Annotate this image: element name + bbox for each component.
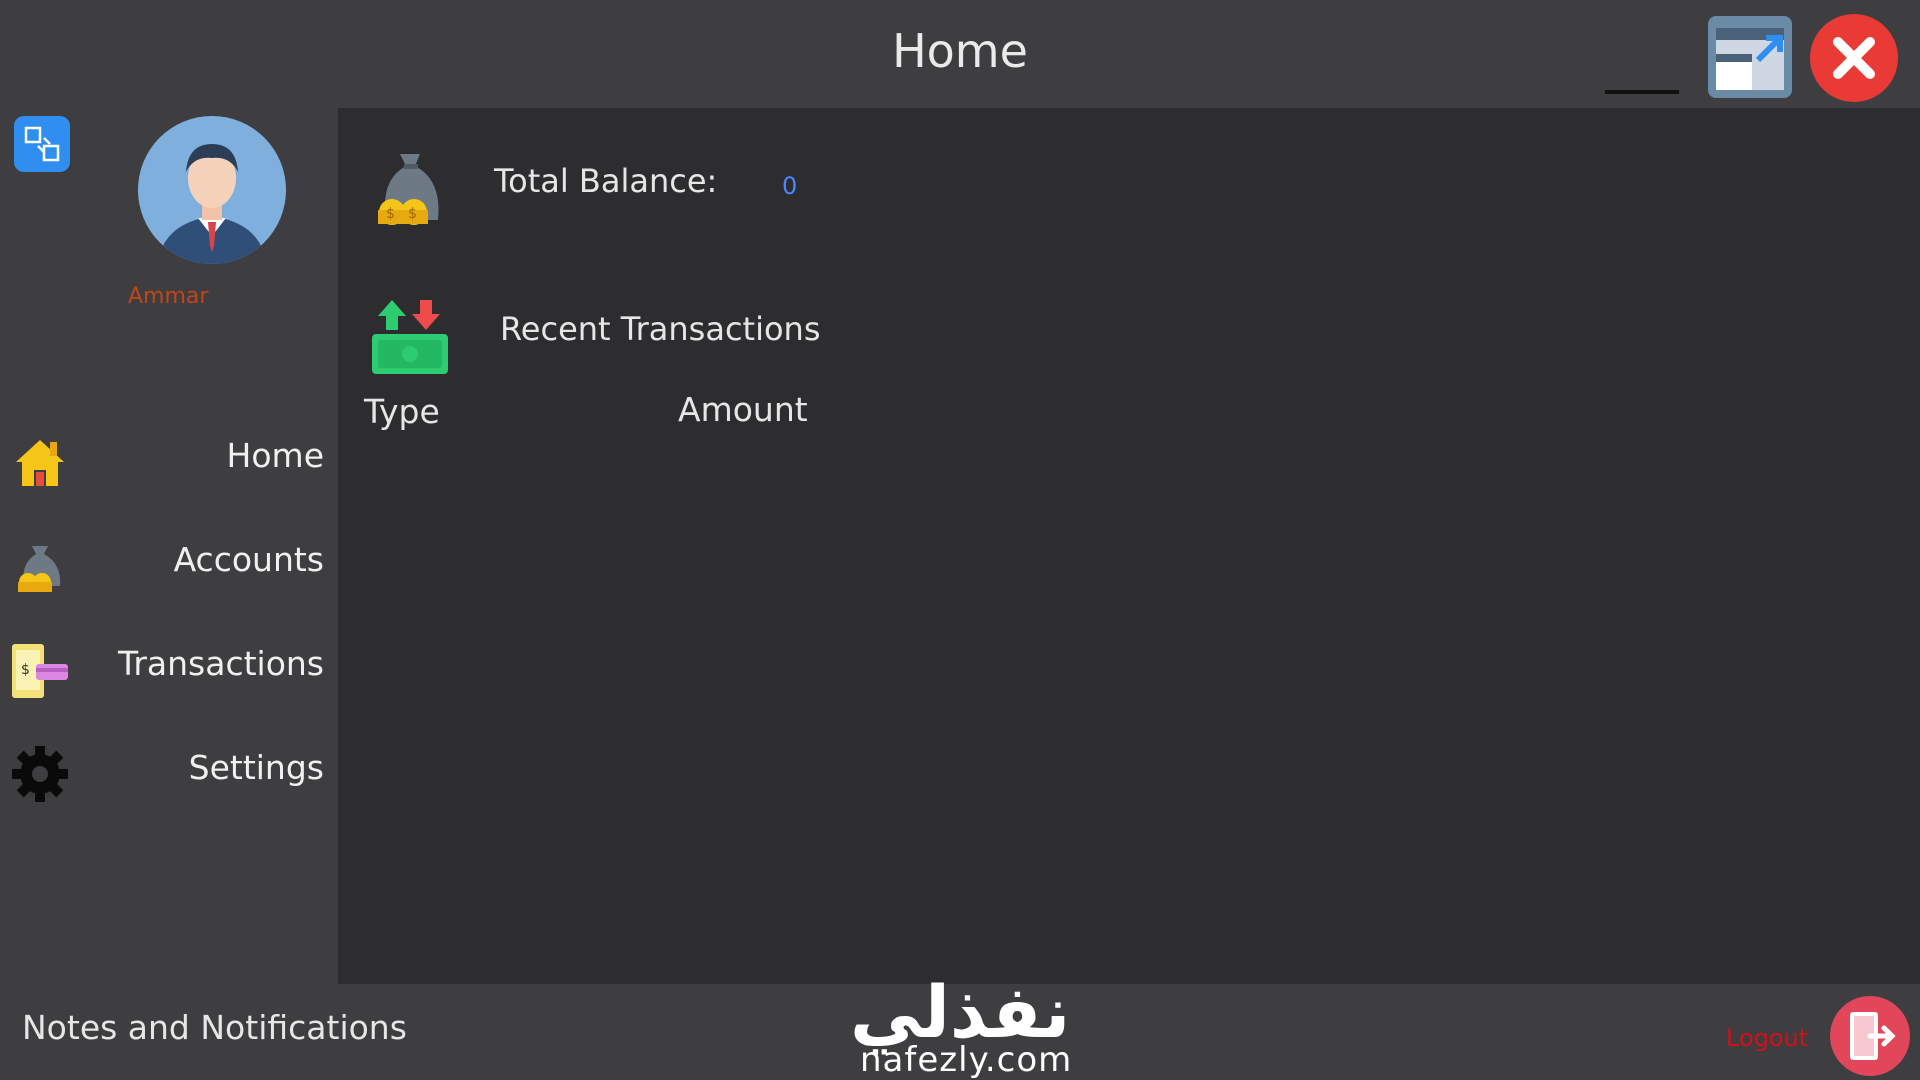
- title-bar: Home: [0, 0, 1920, 108]
- column-header-type: Type: [364, 392, 440, 431]
- user-avatar-icon: [138, 116, 286, 264]
- sidebar-item-label: Settings: [188, 748, 324, 787]
- sidebar-item-label: Transactions: [118, 644, 324, 683]
- total-balance-label: Total Balance:: [494, 162, 718, 200]
- logout-button[interactable]: [1830, 996, 1910, 1076]
- logout-link[interactable]: Logout: [1726, 1024, 1808, 1052]
- money-bag-icon: [18, 546, 61, 592]
- money-bag-icon: $ $: [378, 154, 439, 225]
- avatar: [138, 116, 286, 264]
- sidebar-item-accounts[interactable]: Accounts: [0, 518, 338, 608]
- house-icon: [16, 440, 64, 486]
- swap-button[interactable]: [14, 116, 70, 172]
- watermark-url: nafezly.com: [860, 1040, 1073, 1080]
- sidebar-item-home[interactable]: Home: [0, 414, 338, 504]
- maximize-button[interactable]: [1706, 14, 1794, 100]
- username-label: Ammar: [128, 284, 209, 309]
- sidebar-item-transactions[interactable]: $ Transactions: [0, 622, 338, 712]
- column-header-amount: Amount: [678, 390, 808, 429]
- restore-window-icon: [1708, 16, 1792, 98]
- gear-icon: [12, 746, 68, 802]
- logout-door-icon: [1850, 1012, 1896, 1060]
- card-payment-icon: $: [12, 644, 68, 698]
- svg-text:$: $: [386, 206, 395, 222]
- minimize-icon: [1605, 90, 1679, 94]
- sidebar-item-label: Home: [226, 436, 324, 475]
- svg-text:$: $: [21, 662, 30, 678]
- svg-text:$: $: [408, 206, 417, 222]
- minimize-button[interactable]: [1600, 58, 1680, 98]
- main-panel: $ $ Total Balance: 0 Recent Transactions…: [338, 108, 1920, 984]
- footer: Notes and Notifications نفذلي nafezly.co…: [0, 970, 1920, 1080]
- sidebar-item-settings[interactable]: Settings: [0, 726, 338, 816]
- sidebar: Ammar Home Accounts $ Transactions Setti…: [0, 108, 338, 984]
- transactions-icon: [372, 300, 448, 374]
- close-button[interactable]: [1810, 14, 1898, 102]
- notes-and-notifications-label[interactable]: Notes and Notifications: [22, 1008, 407, 1047]
- sidebar-item-label: Accounts: [173, 540, 324, 579]
- swap-icon: [24, 126, 60, 162]
- close-icon: [1833, 37, 1875, 79]
- total-balance-value: 0: [782, 172, 798, 200]
- recent-transactions-label: Recent Transactions: [500, 310, 821, 348]
